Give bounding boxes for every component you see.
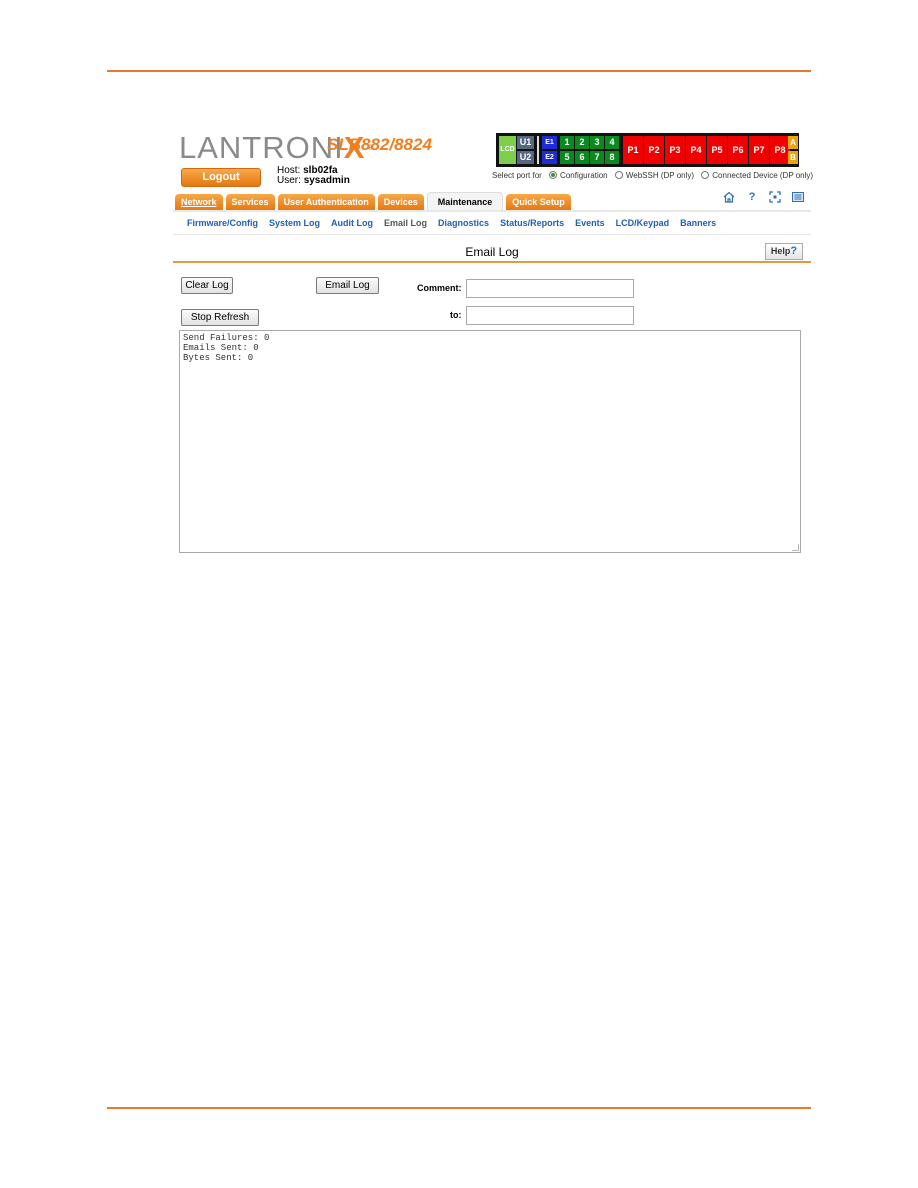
subnav-events[interactable]: Events — [575, 218, 605, 228]
clear-log-button[interactable]: Clear Log — [181, 277, 233, 294]
tab-devices[interactable]: Devices — [377, 194, 424, 210]
tab-maintenance[interactable]: Maintenance — [426, 192, 504, 210]
port-separator — [537, 136, 539, 164]
resize-grip[interactable] — [792, 544, 799, 551]
port-u2[interactable]: U2 — [517, 151, 534, 164]
radio-connected-device[interactable] — [701, 171, 710, 179]
help-icon[interactable]: ? — [746, 191, 758, 203]
email-log-textarea[interactable]: Send Failures: 0 Emails Sent: 0 Bytes Se… — [179, 330, 801, 553]
comment-label: Comment: — [417, 283, 462, 293]
port-e1[interactable]: E1 — [542, 136, 557, 149]
help-button[interactable]: Help? — [765, 243, 803, 260]
page-title: Email Log — [465, 245, 519, 259]
header-rule — [107, 70, 811, 72]
port-4[interactable]: 4 — [605, 136, 619, 149]
port-5[interactable]: 5 — [560, 151, 574, 164]
logout-button[interactable]: Logout — [181, 168, 261, 187]
footer-rule — [107, 1107, 811, 1109]
toolbar-icons: ? — [723, 191, 804, 203]
web-manager: LANTRONIX ® SLB882/8824 Logout Host: slb0… — [173, 128, 813, 560]
port-mode-selector: Select port for Configuration WebSSH (DP… — [492, 171, 813, 180]
port-p3[interactable]: P3 — [665, 136, 685, 164]
list-icon[interactable] — [792, 191, 804, 203]
port-8[interactable]: 8 — [605, 151, 619, 164]
main-tabs: Network Services User Authentication Dev… — [175, 192, 571, 210]
radio-webssh[interactable] — [614, 171, 623, 179]
radio-connected-device-label[interactable]: Connected Device (DP only) — [712, 171, 813, 180]
port-p7[interactable]: P7 — [749, 136, 769, 164]
subnav-firmware-config[interactable]: Firmware/Config — [187, 218, 258, 228]
tab-bar-line — [173, 210, 811, 212]
tab-quick-setup[interactable]: Quick Setup — [506, 194, 571, 210]
to-label: to: — [450, 310, 462, 320]
port-6[interactable]: 6 — [575, 151, 589, 164]
stop-refresh-button[interactable]: Stop Refresh — [181, 309, 259, 326]
comment-input[interactable] — [466, 279, 634, 298]
to-input[interactable] — [466, 306, 634, 325]
port-u1[interactable]: U1 — [517, 136, 534, 149]
title-rule — [173, 261, 811, 263]
subnav-audit-log[interactable]: Audit Log — [331, 218, 373, 228]
port-b[interactable]: B — [788, 151, 798, 164]
port-p1[interactable]: P1 — [623, 136, 643, 164]
subnav-divider — [173, 234, 811, 235]
host-info: Host: slb02fa User: sysadmin — [277, 165, 350, 186]
port-panel: LCD U1 U2 E1 E2 1 2 3 4 5 6 7 8 P1 P2 P3… — [496, 133, 799, 167]
subnav-status-reports[interactable]: Status/Reports — [500, 218, 564, 228]
subnav-lcd-keypad[interactable]: LCD/Keypad — [616, 218, 670, 228]
sub-navigation: Firmware/Config System Log Audit Log Ema… — [187, 218, 716, 228]
subnav-system-log[interactable]: System Log — [269, 218, 320, 228]
port-p5[interactable]: P5 — [707, 136, 727, 164]
help-button-label: Help — [770, 246, 791, 256]
tab-services[interactable]: Services — [225, 194, 275, 210]
port-p6[interactable]: P6 — [728, 136, 748, 164]
radio-webssh-label[interactable]: WebSSH (DP only) — [626, 171, 694, 180]
network-icon[interactable] — [769, 191, 781, 203]
help-question-icon: ? — [790, 245, 798, 257]
port-7[interactable]: 7 — [590, 151, 604, 164]
port-p2[interactable]: P2 — [644, 136, 664, 164]
select-port-label: Select port for — [492, 171, 542, 180]
subnav-diagnostics[interactable]: Diagnostics — [438, 218, 489, 228]
log-text: Send Failures: 0 Emails Sent: 0 Bytes Se… — [183, 333, 270, 363]
radio-configuration-label[interactable]: Configuration — [560, 171, 608, 180]
subnav-banners[interactable]: Banners — [680, 218, 716, 228]
port-2[interactable]: 2 — [575, 136, 589, 149]
port-1[interactable]: 1 — [560, 136, 574, 149]
model-name: SLB882/8824 — [327, 135, 432, 154]
radio-configuration[interactable] — [549, 171, 558, 179]
port-p8[interactable]: P8 — [770, 136, 790, 164]
tab-network[interactable]: Network — [175, 194, 223, 210]
tab-user-authentication[interactable]: User Authentication — [277, 194, 375, 210]
port-a[interactable]: A — [788, 136, 798, 149]
home-icon[interactable] — [723, 191, 735, 203]
email-log-button[interactable]: Email Log — [316, 277, 379, 294]
port-p4[interactable]: P4 — [686, 136, 706, 164]
port-3[interactable]: 3 — [590, 136, 604, 149]
port-lcd[interactable]: LCD — [499, 136, 516, 164]
port-e2[interactable]: E2 — [542, 151, 557, 164]
subnav-email-log[interactable]: Email Log — [384, 218, 427, 228]
